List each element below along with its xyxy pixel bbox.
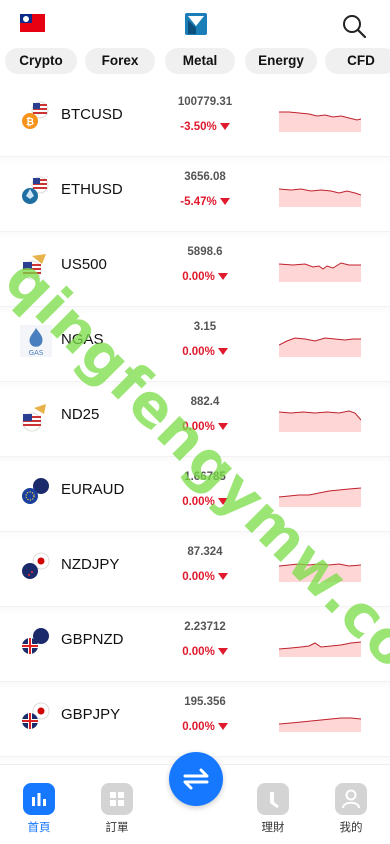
tab-finance-label: 理財 xyxy=(261,822,285,834)
change-value: 0.00% xyxy=(155,346,255,358)
list-item[interactable]: EURAUD 1.66785 0.00% xyxy=(0,457,390,532)
tab-energy[interactable]: Energy xyxy=(245,48,317,74)
change-value: 0.00% xyxy=(155,421,255,433)
sparkline xyxy=(279,111,361,132)
change-value: 0.00% xyxy=(155,496,255,508)
eth-usd-icon xyxy=(22,176,49,204)
price-value: 3.15 xyxy=(193,321,217,333)
sparkline xyxy=(279,410,361,432)
down-arrow-icon xyxy=(217,498,228,506)
change-value: 0.00% xyxy=(155,271,255,283)
gbp-jpy-icon xyxy=(22,702,50,729)
price-value: 87.324 xyxy=(187,546,223,558)
gas-icon: GAS xyxy=(20,325,52,357)
down-arrow-icon xyxy=(217,273,228,281)
nzd-jpy-icon xyxy=(22,552,50,579)
category-tabs: Crypto Forex Metal Energy CFD xyxy=(0,48,390,74)
tab-metal[interactable]: Metal xyxy=(165,48,235,74)
eur-aud-icon xyxy=(22,478,49,504)
sparkline xyxy=(279,188,361,207)
search-icon[interactable] xyxy=(340,12,368,40)
down-arrow-icon xyxy=(217,648,228,656)
down-arrow-icon xyxy=(217,723,228,731)
swap-button[interactable] xyxy=(169,752,223,806)
change-value: 0.00% xyxy=(155,721,255,733)
price-value: 2.23712 xyxy=(184,621,226,633)
sparkline xyxy=(279,262,361,282)
tab-forex[interactable]: Forex xyxy=(85,48,155,74)
nd25-icon xyxy=(22,404,46,432)
down-arrow-icon xyxy=(219,123,230,131)
list-item[interactable]: ETHUSD 3656.08 -5.47% xyxy=(0,157,390,232)
grid-icon xyxy=(101,783,133,815)
price-value: 5898.6 xyxy=(187,246,223,258)
list-item[interactable]: US500 5898.6 0.00% xyxy=(0,232,390,307)
list-item[interactable]: GBPNZD 2.23712 0.00% xyxy=(0,607,390,682)
symbol-label: ND25 xyxy=(61,406,100,423)
symbol-label: GBPJPY xyxy=(61,706,121,723)
tab-home-label: 首頁 xyxy=(27,822,51,834)
swap-icon xyxy=(183,768,209,790)
list-item[interactable]: ₿ BTCUSD 100779.31 -3.50% xyxy=(0,82,390,157)
symbol-label: ETHUSD xyxy=(61,181,123,198)
change-value: 0.00% xyxy=(155,646,255,658)
user-icon xyxy=(335,783,367,815)
down-arrow-icon xyxy=(217,423,228,431)
gbp-nzd-icon xyxy=(22,628,49,654)
tab-profile[interactable]: 我的 xyxy=(334,783,368,834)
us500-icon xyxy=(22,254,46,280)
sparkline xyxy=(279,717,361,732)
tab-home[interactable]: 首頁 xyxy=(22,783,56,834)
list-item[interactable]: GAS NGAS 3.15 0.00% xyxy=(0,307,390,382)
down-arrow-icon xyxy=(219,198,230,206)
taiwan-flag-icon[interactable] xyxy=(20,14,45,32)
sparkline xyxy=(279,337,361,357)
list-item[interactable]: NZDJPY 87.324 0.00% xyxy=(0,532,390,607)
symbol-label: NGAS xyxy=(61,331,104,348)
symbol-label: NZDJPY xyxy=(61,556,120,573)
tab-finance[interactable]: 理財 xyxy=(256,783,290,834)
price-value: 882.4 xyxy=(190,396,220,408)
svg-text:₿: ₿ xyxy=(26,116,34,128)
tab-profile-label: 我的 xyxy=(339,822,363,834)
down-arrow-icon xyxy=(217,573,228,581)
price-value: 100779.31 xyxy=(177,96,233,108)
tab-cfd[interactable]: CFD xyxy=(325,48,390,74)
symbol-label: BTCUSD xyxy=(61,106,123,123)
down-arrow-icon xyxy=(217,348,228,356)
change-value: -5.47% xyxy=(155,196,255,208)
sparkline xyxy=(279,641,361,657)
change-value: 0.00% xyxy=(155,571,255,583)
tab-crypto[interactable]: Crypto xyxy=(5,48,77,74)
chart-icon xyxy=(23,783,55,815)
sparkline xyxy=(279,487,361,507)
header xyxy=(0,0,390,48)
price-value: 195.356 xyxy=(184,696,226,708)
change-value: -3.50% xyxy=(155,121,255,133)
tab-orders[interactable]: 訂單 xyxy=(100,783,134,834)
tab-orders-label: 訂單 xyxy=(105,822,129,834)
btc-usd-icon: ₿ xyxy=(22,101,49,129)
list-item[interactable]: GBPJPY 195.356 0.00% xyxy=(0,682,390,757)
price-value: 3656.08 xyxy=(184,171,226,183)
app-logo-icon xyxy=(185,13,207,35)
list-item[interactable]: ND25 882.4 0.00% xyxy=(0,382,390,457)
svg-text:GAS: GAS xyxy=(29,349,44,357)
symbol-label: US500 xyxy=(61,256,107,273)
symbol-label: EURAUD xyxy=(61,481,125,498)
clock-icon xyxy=(257,783,289,815)
symbol-label: GBPNZD xyxy=(61,631,124,648)
sparkline xyxy=(279,563,361,582)
price-value: 1.66785 xyxy=(184,471,226,483)
